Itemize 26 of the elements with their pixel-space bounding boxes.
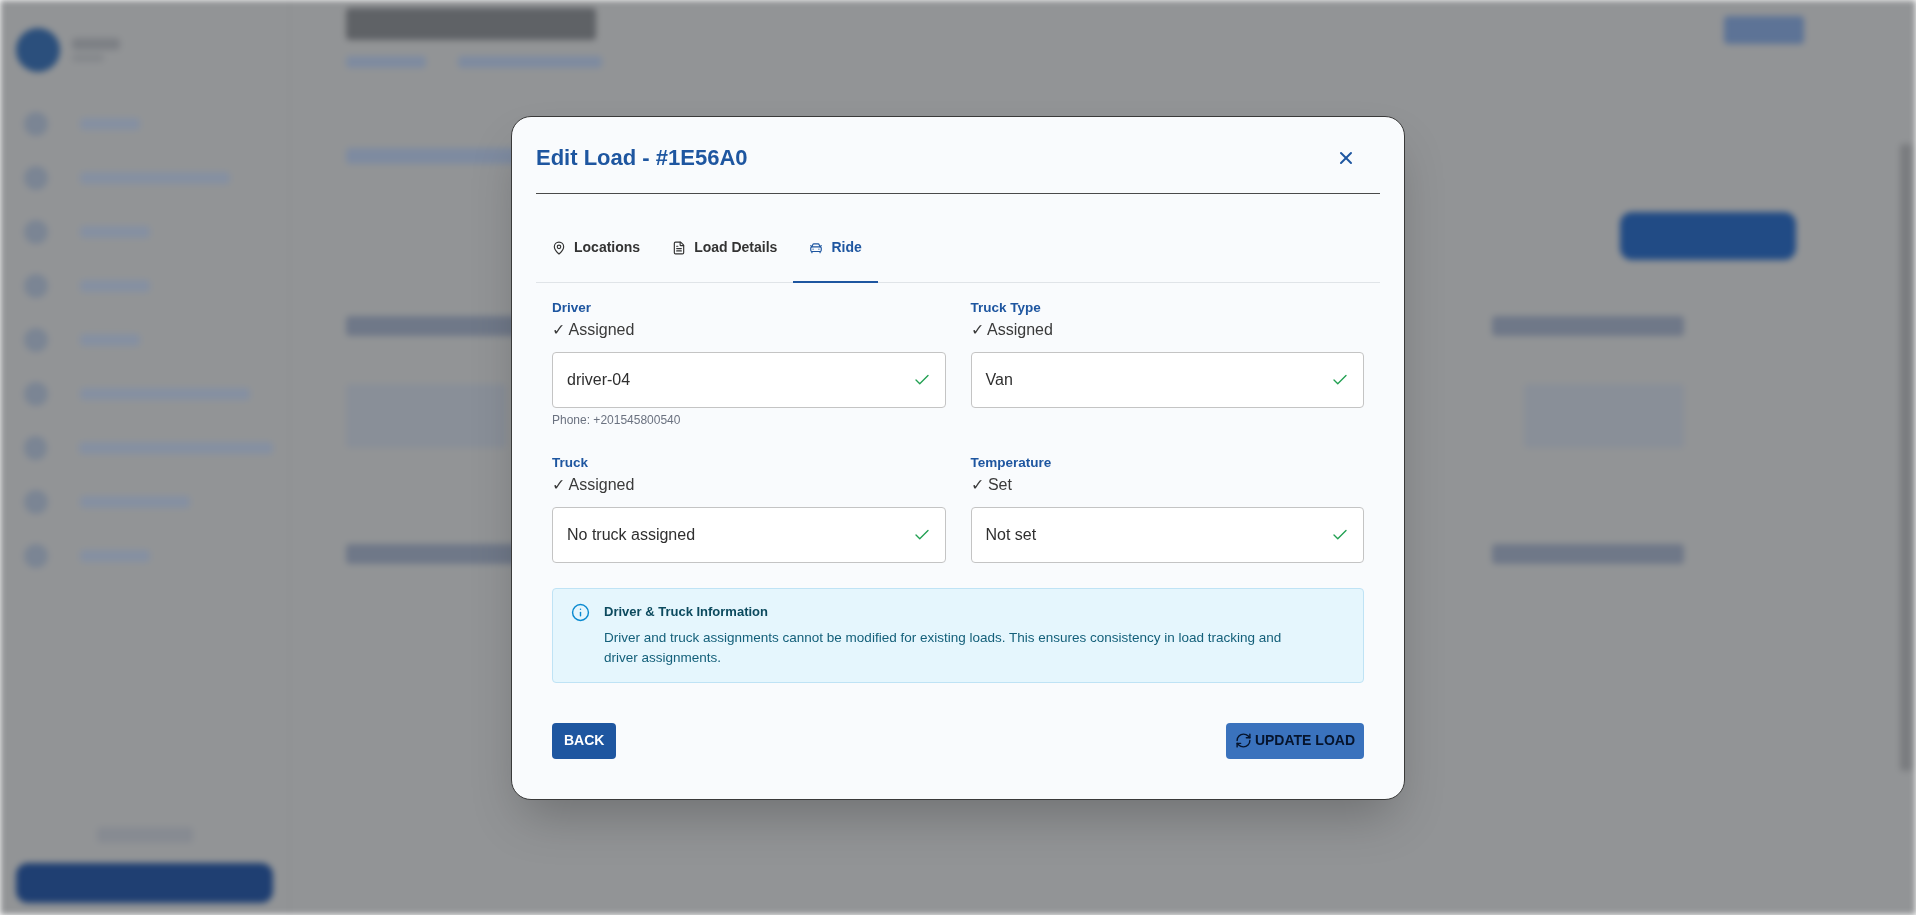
field-label: Temperature	[970, 454, 1053, 471]
info-title: Driver & Truck Information	[604, 603, 769, 620]
text-field[interactable]: Not set	[970, 506, 1364, 563]
status-text: ✓ Assigned	[970, 319, 1054, 340]
text-field[interactable]: driver-04	[552, 351, 946, 408]
refresh-icon	[1234, 732, 1252, 749]
status-text: ✓ Assigned	[552, 319, 636, 340]
tab[interactable]: Load Details	[656, 220, 794, 283]
tab[interactable]: Locations	[536, 220, 657, 283]
info-text: Driver and truck assignments cannot be modified for existing loads. This ensures consistency in load tracking and driver assignments.	[604, 628, 1283, 667]
car-icon	[809, 240, 824, 255]
dialog-title: Edit Load - #1E56A0	[536, 143, 748, 172]
text-field[interactable]: No truck assigned	[552, 506, 946, 563]
text-field[interactable]: Van	[970, 351, 1364, 408]
info-icon	[571, 602, 590, 622]
update-button[interactable]: UPDATE LOAD	[1225, 722, 1364, 759]
document-icon	[672, 240, 687, 255]
status-text: ✓ Set	[970, 474, 1013, 495]
field-label: Truck Type	[970, 299, 1042, 316]
status-text: ✓ Assigned	[552, 474, 636, 495]
hint-text: Phone: +201545800540	[552, 411, 682, 428]
field-label: Truck	[552, 454, 590, 471]
field-label: Driver	[552, 299, 593, 316]
map-pin-icon	[552, 240, 566, 255]
tab[interactable]: Ride	[793, 220, 878, 283]
back-button[interactable]: BACK	[552, 722, 617, 759]
